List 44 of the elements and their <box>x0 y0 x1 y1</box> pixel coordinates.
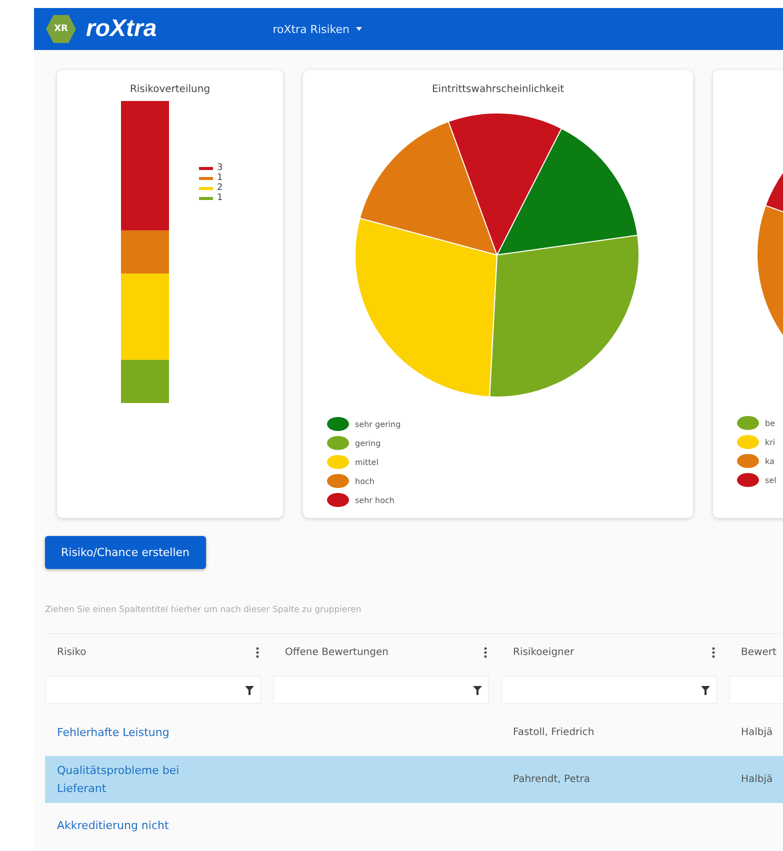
column-header[interactable]: Offene Bewertungen <box>285 646 388 658</box>
column-header[interactable]: Risiko <box>57 646 86 658</box>
risk-link[interactable]: Fehlerhafte Leistung <box>45 718 219 748</box>
chart-title: Risikoverteilung <box>128 84 212 95</box>
legend-label: 1 <box>217 173 223 183</box>
table-row[interactable]: Fehlerhafte Leistung Fastoll, Friedrich Halbjä <box>45 710 783 756</box>
legend-label: kri <box>765 438 776 446</box>
group-hint: Ziehen Sie einen Spaltentitel hierher um nach dieser Spalte zu gruppieren <box>45 605 362 615</box>
legend-label: mittel <box>355 458 378 466</box>
legend-label: 1 <box>217 193 223 203</box>
risk-link[interactable]: Akkreditierung nicht <box>45 811 219 841</box>
logo-badge: XR <box>46 15 76 43</box>
filter-icon[interactable] <box>245 686 254 694</box>
column-menu-icon[interactable] <box>256 646 259 658</box>
chart-title: Eintrittswahrscheinlichkeit <box>430 84 566 95</box>
legend-label: ka <box>765 456 774 466</box>
legend-label: sel <box>765 476 776 484</box>
legend-label: hoch <box>355 476 374 486</box>
column-menu-icon[interactable] <box>484 646 487 658</box>
legend-label: gering <box>355 438 381 448</box>
legend-label: be <box>765 418 775 428</box>
app-menu-dropdown[interactable]: roXtra Risiken <box>266 22 368 36</box>
table-row[interactable]: Akkreditierung nicht <box>45 803 783 850</box>
legend-label: 3 <box>217 163 223 173</box>
filter-icon[interactable] <box>473 686 482 694</box>
column-header[interactable]: Bewert <box>741 646 776 658</box>
table-cell-text: Fastoll, Friedrich <box>512 726 596 740</box>
filter-field[interactable] <box>501 676 717 704</box>
create-risk-button[interactable]: Risiko/Chance erstellen <box>45 536 206 569</box>
table-cell-text: Halbjä <box>740 772 774 787</box>
legend-label: sehr gering <box>355 420 401 428</box>
table-row[interactable]: Qualitätsprobleme bei Lieferant Pahrendt, Petra Halbjä <box>45 756 783 804</box>
risk-link[interactable]: Qualitätsprobleme bei Lieferant <box>45 756 219 804</box>
filter-icon[interactable] <box>701 686 710 694</box>
filter-field[interactable] <box>45 676 261 704</box>
column-menu-icon[interactable] <box>712 646 715 658</box>
legend-label: 2 <box>217 183 223 193</box>
brand-logo: roXtra <box>86 15 157 43</box>
column-header[interactable]: Risikoeigner <box>513 646 574 658</box>
filter-field[interactable] <box>273 676 489 704</box>
caret-icon <box>356 27 362 31</box>
table-cell-text: Halbjä <box>740 726 774 740</box>
table-cell-text: Pahrendt, Petra <box>512 772 592 787</box>
legend-label: sehr hoch <box>355 496 394 504</box>
